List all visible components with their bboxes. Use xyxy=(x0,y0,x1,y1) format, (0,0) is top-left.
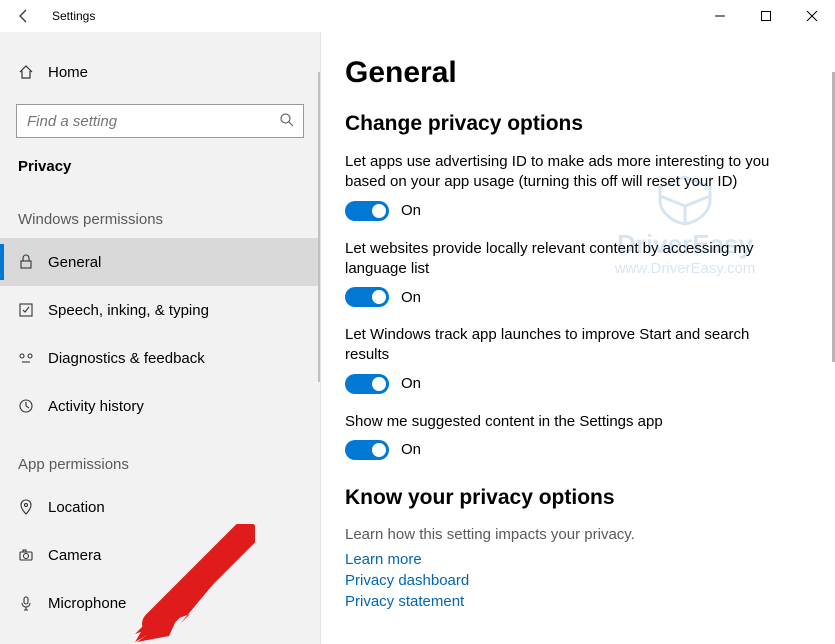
nav-label: Activity history xyxy=(48,398,144,415)
toggle-track-launches[interactable] xyxy=(345,374,389,394)
minimize-icon xyxy=(715,11,725,21)
maximize-button[interactable] xyxy=(743,0,789,32)
nav-activity-history[interactable]: Activity history xyxy=(0,382,320,430)
toggle-state: On xyxy=(401,375,421,392)
option-desc: Show me suggested content in the Setting… xyxy=(345,412,775,432)
sidebar: Home Privacy Windows permissions General… xyxy=(0,32,320,644)
toggle-suggested-content[interactable] xyxy=(345,440,389,460)
option-language-list: Let websites provide locally relevant co… xyxy=(345,239,805,308)
maximize-icon xyxy=(761,11,771,21)
search-input[interactable] xyxy=(17,105,303,137)
nav-diagnostics-feedback[interactable]: Diagnostics & feedback xyxy=(0,334,320,382)
nav-microphone[interactable]: Microphone xyxy=(0,579,320,627)
option-desc: Let apps use advertising ID to make ads … xyxy=(345,152,775,193)
option-suggested-content: Show me suggested content in the Setting… xyxy=(345,412,805,460)
search-box[interactable] xyxy=(16,104,304,138)
link-learn-more[interactable]: Learn more xyxy=(345,549,805,570)
toggle-language-list[interactable] xyxy=(345,287,389,307)
nav-label: General xyxy=(48,254,101,271)
home-nav[interactable]: Home xyxy=(0,52,320,92)
nav-label: Diagnostics & feedback xyxy=(48,350,205,367)
search-icon xyxy=(279,112,295,131)
page-title: General xyxy=(345,56,805,90)
nav-speech-inking-typing[interactable]: Speech, inking, & typing xyxy=(0,286,320,334)
group-windows-permissions: Windows permissions xyxy=(0,185,320,238)
window-title: Settings xyxy=(52,9,95,23)
link-privacy-statement[interactable]: Privacy statement xyxy=(345,591,805,612)
option-track-launches: Let Windows track app launches to improv… xyxy=(345,325,805,394)
nav-label: Camera xyxy=(48,547,101,564)
lock-icon xyxy=(18,254,48,270)
nav-general[interactable]: General xyxy=(0,238,320,286)
option-advertising-id: Let apps use advertising ID to make ads … xyxy=(345,152,805,221)
section-desc: Learn how this setting impacts your priv… xyxy=(345,526,805,543)
toggle-state: On xyxy=(401,289,421,306)
camera-icon xyxy=(18,547,48,563)
history-icon xyxy=(18,398,48,414)
window-controls xyxy=(697,0,835,32)
section-title: Change privacy options xyxy=(345,112,805,136)
home-label: Home xyxy=(48,64,88,81)
current-section-label: Privacy xyxy=(0,138,320,185)
feedback-icon xyxy=(18,350,48,366)
content-pane: General Change privacy options Let apps … xyxy=(320,32,835,644)
toggle-state: On xyxy=(401,441,421,458)
microphone-icon xyxy=(18,595,48,611)
group-app-permissions: App permissions xyxy=(0,430,320,483)
option-desc: Let Windows track app launches to improv… xyxy=(345,325,775,366)
toggle-state: On xyxy=(401,202,421,219)
nav-label: Microphone xyxy=(48,595,126,612)
location-icon xyxy=(18,499,48,515)
nav-label: Location xyxy=(48,499,105,516)
arrow-left-icon xyxy=(16,8,32,24)
minimize-button[interactable] xyxy=(697,0,743,32)
titlebar: Settings xyxy=(0,0,835,32)
close-icon xyxy=(807,11,817,21)
nav-label: Speech, inking, & typing xyxy=(48,302,209,319)
home-icon xyxy=(18,64,48,80)
option-desc: Let websites provide locally relevant co… xyxy=(345,239,775,280)
section-title: Know your privacy options xyxy=(345,486,805,510)
pen-icon xyxy=(18,302,48,318)
toggle-advertising-id[interactable] xyxy=(345,201,389,221)
link-privacy-dashboard[interactable]: Privacy dashboard xyxy=(345,570,805,591)
nav-location[interactable]: Location xyxy=(0,483,320,531)
back-button[interactable] xyxy=(0,0,48,32)
nav-camera[interactable]: Camera xyxy=(0,531,320,579)
close-button[interactable] xyxy=(789,0,835,32)
